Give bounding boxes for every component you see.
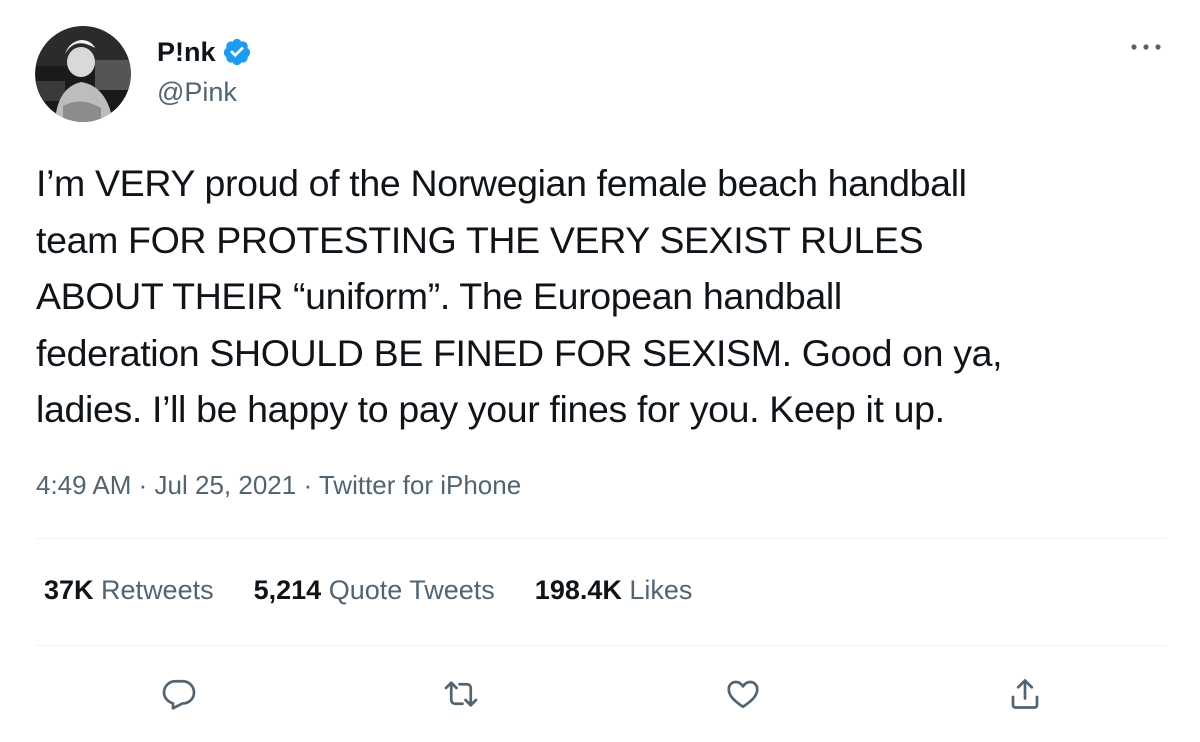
avatar-photo-icon xyxy=(35,26,131,122)
tweet-text-line: ladies. I’ll be happy to pay your fines … xyxy=(36,388,945,430)
author-handle[interactable]: @Pink xyxy=(157,77,237,108)
like-icon[interactable] xyxy=(719,670,767,718)
likes-count: 198.4K xyxy=(534,575,630,605)
retweets-label: Retweets xyxy=(101,575,214,605)
quote-tweets-label: Quote Tweets xyxy=(328,575,495,605)
tweet-date[interactable]: Jul 25, 2021 xyxy=(155,470,297,500)
reply-icon[interactable] xyxy=(155,670,203,718)
quote-tweets-count: 5,214 xyxy=(253,575,329,605)
tweet-text: I’m VERY proud of the Norwegian female b… xyxy=(36,155,1176,438)
tweet-text-line: ABOUT THEIR “uniform”. The European hand… xyxy=(36,275,842,317)
divider xyxy=(36,645,1166,646)
more-options-icon[interactable] xyxy=(1128,36,1164,58)
tweet-text-line: team FOR PROTESTING THE VERY SEXIST RULE… xyxy=(36,218,924,261)
author-display-name[interactable]: P!nk xyxy=(157,37,216,68)
tweet-stats: 37K Retweets 5,214 Quote Tweets 198.4K L… xyxy=(44,575,692,606)
tweet-metadata: 4:49 AM · Jul 25, 2021 · Twitter for iPh… xyxy=(36,470,521,501)
meta-separator: · xyxy=(138,470,155,500)
tweet-card: P!nk @Pink I’m VERY proud of the Norwegi… xyxy=(0,0,1200,742)
retweet-icon[interactable] xyxy=(437,670,485,718)
share-icon[interactable] xyxy=(1001,670,1049,718)
retweets-stat[interactable]: 37K Retweets xyxy=(44,575,214,606)
tweet-source[interactable]: Twitter for iPhone xyxy=(319,470,521,500)
tweet-text-line: federation SHOULD BE FINED FOR SEXISM. G… xyxy=(36,331,1003,374)
likes-label: Likes xyxy=(629,575,693,605)
author-name-row: P!nk xyxy=(157,34,252,70)
divider xyxy=(36,538,1166,539)
tweet-text-line: I’m VERY proud of the Norwegian female b… xyxy=(36,162,967,204)
quote-tweets-stat[interactable]: 5,214 Quote Tweets xyxy=(254,575,495,606)
avatar[interactable] xyxy=(35,26,131,122)
tweet-time[interactable]: 4:49 AM xyxy=(36,470,131,500)
verified-badge-icon xyxy=(222,37,252,67)
retweets-count: 37K xyxy=(44,575,102,605)
meta-separator: · xyxy=(303,470,319,500)
likes-stat[interactable]: 198.4K Likes xyxy=(535,575,693,606)
